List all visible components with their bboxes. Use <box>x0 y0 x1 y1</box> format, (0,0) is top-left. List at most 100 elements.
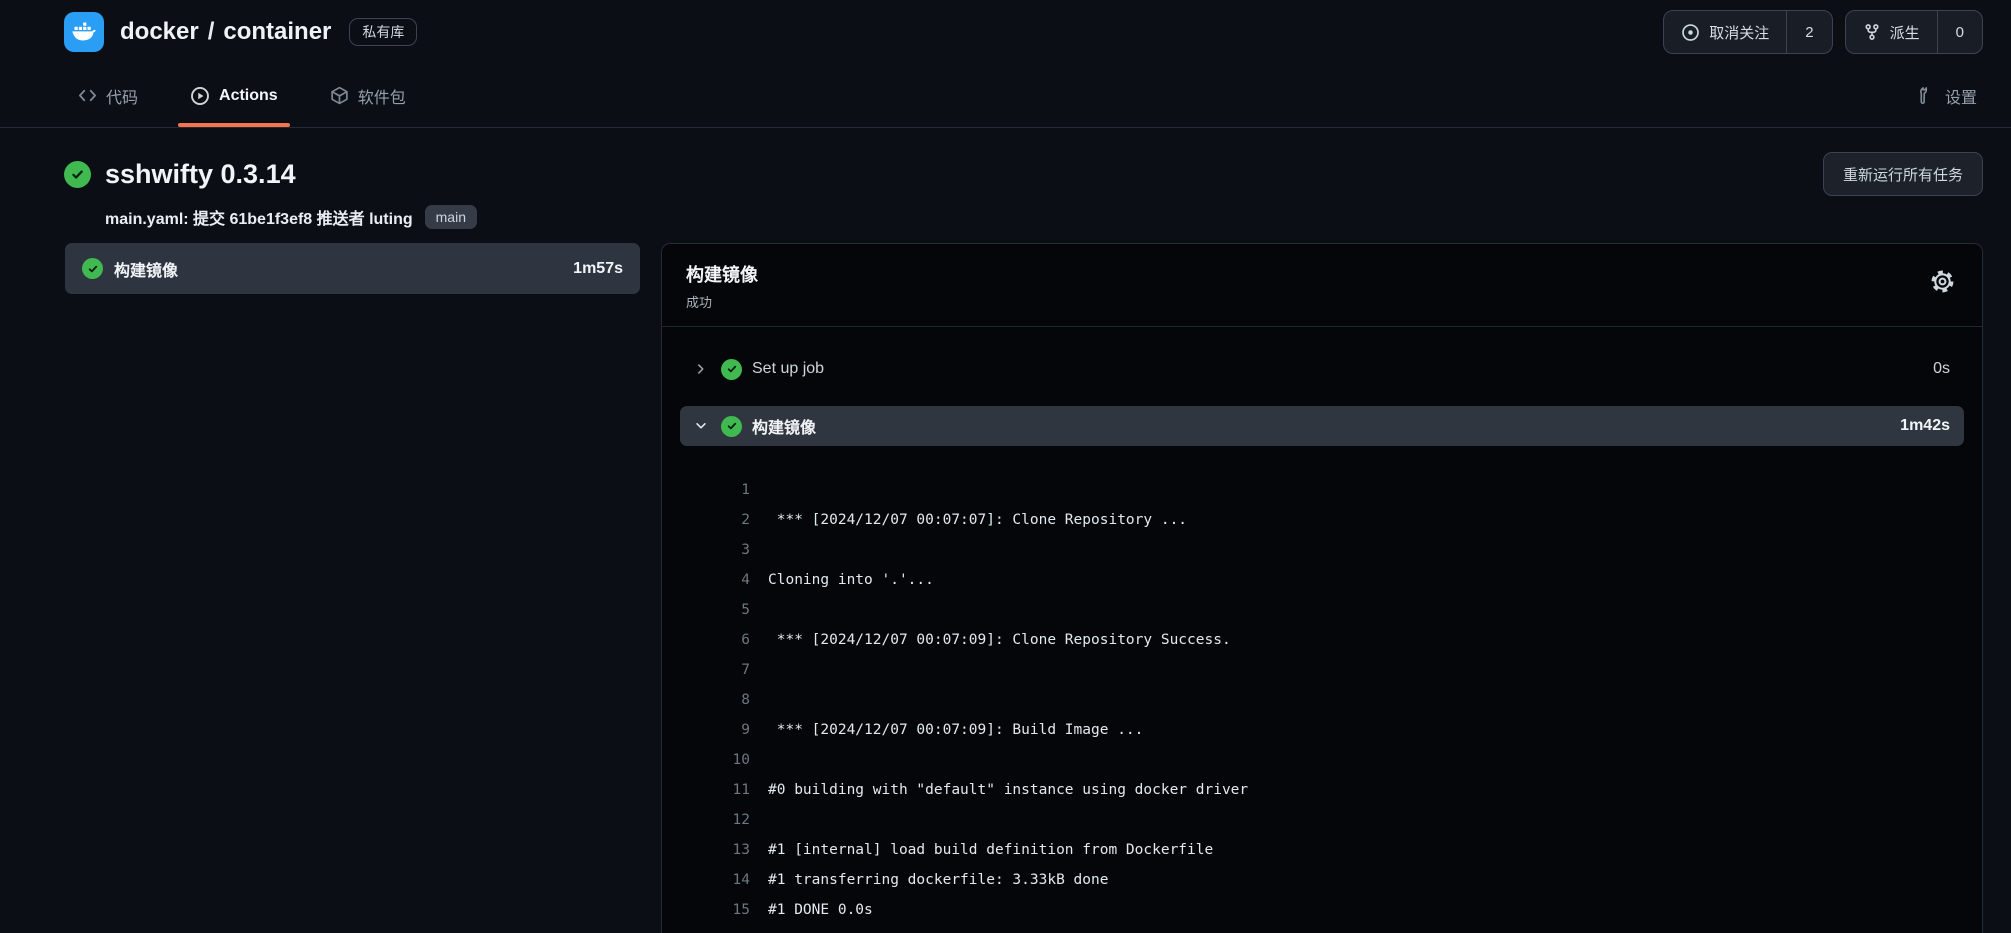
log-line: 3 <box>662 535 1982 565</box>
code-icon <box>78 86 97 105</box>
wrench-icon <box>1917 86 1936 105</box>
log-line-content: Cloning into '.'... <box>768 565 934 595</box>
eye-icon <box>1681 23 1700 42</box>
top-header: docker / container 私有库 取消关注 2 <box>0 0 2011 64</box>
step-name: Set up job <box>752 360 824 378</box>
log-line-content: *** [2024/12/07 00:07:09]: Clone Reposit… <box>768 625 1231 655</box>
branch-badge[interactable]: main <box>425 205 477 229</box>
run-header: sshwifty 0.3.14 重新运行所有任务 main.yaml: 提交 6… <box>0 128 2011 229</box>
chevron-right-icon <box>694 362 708 376</box>
step-duration: 1m42s <box>1900 417 1950 435</box>
run-title: sshwifty 0.3.14 <box>105 159 296 190</box>
job-panel-header: 构建镜像 成功 <box>662 244 1982 327</box>
step-name: 构建镜像 <box>752 414 816 438</box>
gear-icon[interactable] <box>1929 268 1956 295</box>
log-line-number: 16 <box>662 925 750 933</box>
log-line: 11 #0 building with "default" instance u… <box>662 775 1982 805</box>
log-line-number: 12 <box>662 805 750 835</box>
repo-name-link[interactable]: container <box>223 18 331 46</box>
log-line-number: 10 <box>662 745 750 775</box>
log-line-content: *** [2024/12/07 00:07:07]: Clone Reposit… <box>768 505 1187 535</box>
unwatch-label: 取消关注 <box>1709 22 1769 43</box>
log-line: 2 *** [2024/12/07 00:07:07]: Clone Repos… <box>662 505 1982 535</box>
log-line-content: #1 DONE 0.0s <box>768 895 873 925</box>
log-line-number: 3 <box>662 535 750 565</box>
tab-settings-label: 设置 <box>1945 84 1977 108</box>
step-list: Set up job 0s 构建镜像 1m42s <box>662 327 1982 463</box>
repo-tab-bar: 代码 Actions 软件包 设置 <box>0 64 2011 128</box>
log-line: 16 <box>662 925 1982 933</box>
log-line: 5 <box>662 595 1982 625</box>
log-line-number: 11 <box>662 775 750 805</box>
repo-breadcrumb: docker / container <box>120 18 331 46</box>
log-line: 4 Cloning into '.'... <box>662 565 1982 595</box>
log-line-number: 8 <box>662 685 750 715</box>
package-icon <box>330 86 349 105</box>
repo-avatar[interactable] <box>64 12 104 52</box>
tab-packages[interactable]: 软件包 <box>324 64 412 127</box>
job-list-item[interactable]: 构建镜像 1m57s <box>65 243 640 294</box>
repo-owner-link[interactable]: docker <box>120 18 199 46</box>
fork-label: 派生 <box>1890 22 1920 43</box>
fork-icon <box>1863 23 1881 41</box>
step-row[interactable]: Set up job 0s <box>680 349 1964 389</box>
step-success-check-icon <box>721 359 742 380</box>
log-line-number: 7 <box>662 655 750 685</box>
rerun-all-jobs-button[interactable]: 重新运行所有任务 <box>1823 152 1983 196</box>
log-line-number: 6 <box>662 625 750 655</box>
tab-code[interactable]: 代码 <box>72 64 144 127</box>
log-line-number: 9 <box>662 715 750 745</box>
watchers-count[interactable]: 2 <box>1786 11 1831 53</box>
log-line: 15 #1 DONE 0.0s <box>662 895 1982 925</box>
log-line-number: 13 <box>662 835 750 865</box>
fork-button-group: 派生 0 <box>1845 10 1983 54</box>
fork-button[interactable]: 派生 <box>1846 11 1937 53</box>
tab-settings[interactable]: 设置 <box>1911 64 1983 127</box>
actions-play-icon <box>190 86 210 106</box>
tab-actions[interactable]: Actions <box>184 64 284 127</box>
job-panel-title: 构建镜像 <box>686 261 1958 287</box>
repo-separator: / <box>208 18 215 46</box>
log-line: 6 *** [2024/12/07 00:07:09]: Clone Repos… <box>662 625 1982 655</box>
job-panel-status: 成功 <box>686 292 1958 311</box>
step-success-check-icon <box>721 416 742 437</box>
log-line: 7 <box>662 655 1982 685</box>
log-lines: 1 2 *** [2024/12/07 00:07:07]: Clone Rep… <box>662 463 1982 933</box>
log-line: 1 <box>662 475 1982 505</box>
log-line-number: 4 <box>662 565 750 595</box>
unwatch-button[interactable]: 取消关注 <box>1664 11 1786 53</box>
forks-count[interactable]: 0 <box>1937 11 1982 53</box>
tab-spacer <box>452 64 1911 127</box>
job-log-panel: 构建镜像 成功 Set up job 0s 构建镜像 <box>661 243 1983 933</box>
log-line-number: 15 <box>662 895 750 925</box>
visibility-badge: 私有库 <box>349 18 417 47</box>
run-success-check-icon <box>64 161 91 188</box>
log-line: 13 #1 [internal] load build definition f… <box>662 835 1982 865</box>
job-success-check-icon <box>82 258 103 279</box>
log-line: 10 <box>662 745 1982 775</box>
log-line: 9 *** [2024/12/07 00:07:09]: Build Image… <box>662 715 1982 745</box>
log-line-number: 5 <box>662 595 750 625</box>
log-line-content: #0 building with "default" instance usin… <box>768 775 1248 805</box>
log-line: 8 <box>662 685 1982 715</box>
log-line-number: 2 <box>662 505 750 535</box>
log-line-number: 14 <box>662 865 750 895</box>
step-row[interactable]: 构建镜像 1m42s <box>680 406 1964 446</box>
tab-code-label: 代码 <box>106 84 138 108</box>
log-line: 14 #1 transferring dockerfile: 3.33kB do… <box>662 865 1982 895</box>
unwatch-button-group: 取消关注 2 <box>1663 10 1832 54</box>
log-line-content: #1 [internal] load build definition from… <box>768 835 1213 865</box>
job-name: 构建镜像 <box>114 257 178 281</box>
tab-packages-label: 软件包 <box>358 84 406 108</box>
docker-whale-icon <box>71 19 97 45</box>
run-content: 构建镜像 1m57s 构建镜像 成功 Set up job 0s <box>65 243 1983 933</box>
log-line: 12 <box>662 805 1982 835</box>
job-duration: 1m57s <box>573 260 623 278</box>
step-duration: 0s <box>1933 360 1950 378</box>
log-line-content: #1 transferring dockerfile: 3.33kB done <box>768 865 1108 895</box>
log-line-number: 1 <box>662 475 750 505</box>
log-line-content: *** [2024/12/07 00:07:09]: Build Image .… <box>768 715 1143 745</box>
commit-info: main.yaml: 提交 61be1f3ef8 推送者 luting <box>105 205 413 229</box>
chevron-right-icon <box>694 419 708 433</box>
tab-actions-label: Actions <box>219 87 278 105</box>
